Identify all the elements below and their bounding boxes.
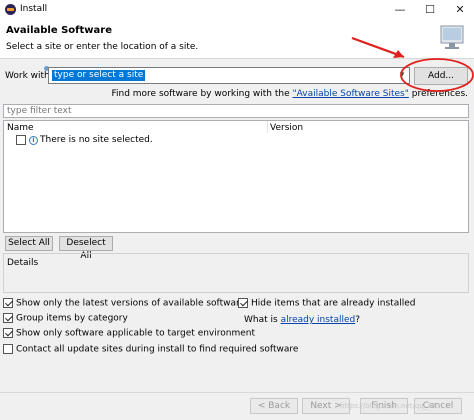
latest-versions-label[interactable]: Show only the latest versions of availab… [16, 299, 245, 309]
option-group-by-category[interactable]: Group items by category [3, 313, 128, 324]
option-applicable-only[interactable]: Show only software applicable to target … [3, 328, 255, 339]
option-contact-sites[interactable]: Contact all update sites during install … [3, 344, 298, 355]
minimize-button[interactable]: — [390, 2, 410, 18]
latest-versions-checkbox[interactable] [3, 298, 13, 308]
chevron-down-icon[interactable]: ▾ [395, 68, 409, 83]
table-row[interactable]: i There is no site selected. [16, 135, 153, 147]
what-is-suffix: ? [355, 315, 361, 325]
what-is-installed-text: What is already installed? [244, 315, 360, 325]
details-label: Details [7, 258, 39, 268]
column-header-name[interactable]: Name [7, 123, 34, 133]
applicable-only-label[interactable]: Show only software applicable to target … [16, 329, 255, 339]
what-is-prefix: What is [244, 315, 281, 325]
wizard-header: Available Software Select a site or ente… [0, 20, 474, 58]
maximize-button[interactable]: ☐ [420, 2, 440, 18]
work-with-combo[interactable]: type or select a site ▾ [48, 67, 410, 84]
column-separator[interactable] [267, 121, 268, 133]
install-monitor-icon [440, 25, 464, 49]
hide-installed-label[interactable]: Hide items that are already installed [251, 299, 415, 309]
option-latest-versions[interactable]: Show only the latest versions of availab… [3, 298, 245, 309]
details-group: Details [3, 253, 469, 293]
column-header-version[interactable]: Version [270, 123, 303, 133]
group-by-category-checkbox[interactable] [3, 313, 13, 323]
applicable-only-checkbox[interactable] [3, 328, 13, 338]
find-more-prefix: Find more software by working with the [111, 89, 293, 99]
software-table[interactable]: Name Version i There is no site selected. [3, 120, 469, 233]
hide-installed-checkbox[interactable] [238, 298, 248, 308]
info-icon: i [29, 135, 38, 145]
row-text: There is no site selected. [40, 135, 153, 145]
eclipse-app-icon [5, 4, 16, 15]
group-by-category-label[interactable]: Group items by category [16, 314, 128, 324]
page-title: Available Software [6, 25, 113, 36]
already-installed-link[interactable]: already installed [281, 315, 356, 325]
watermark-text: https://blog.csdn.net/qq_44... [340, 402, 443, 410]
option-hide-installed[interactable]: Hide items that are already installed [238, 298, 415, 309]
contact-sites-checkbox[interactable] [3, 344, 13, 354]
deselect-all-button[interactable]: Deselect All [59, 236, 113, 261]
filter-input[interactable]: type filter text [3, 104, 469, 118]
page-subtitle: Select a site or enter the location of a… [6, 42, 199, 52]
select-all-button[interactable]: Select All [5, 236, 53, 251]
work-with-label: Work with: [5, 71, 53, 81]
filter-placeholder: type filter text [7, 106, 72, 116]
add-site-button[interactable]: Add... [414, 67, 468, 85]
contact-sites-label[interactable]: Contact all update sites during install … [16, 345, 298, 355]
back-button[interactable]: < Back [250, 398, 298, 414]
title-bar: Install — ☐ ✕ [0, 0, 474, 20]
available-sites-link[interactable]: "Available Software Sites" [293, 89, 409, 99]
find-more-suffix: preferences. [408, 89, 468, 99]
row-checkbox[interactable] [16, 135, 26, 145]
wizard-content: Work with: type or select a site ▾ Add..… [0, 58, 474, 392]
find-more-text: Find more software by working with the "… [111, 89, 468, 99]
wizard-button-bar: < Back Next > Finish Cancel https://blog… [0, 392, 474, 420]
window-title: Install [20, 4, 48, 14]
work-with-value[interactable]: type or select a site [52, 70, 146, 81]
close-button[interactable]: ✕ [450, 2, 470, 18]
